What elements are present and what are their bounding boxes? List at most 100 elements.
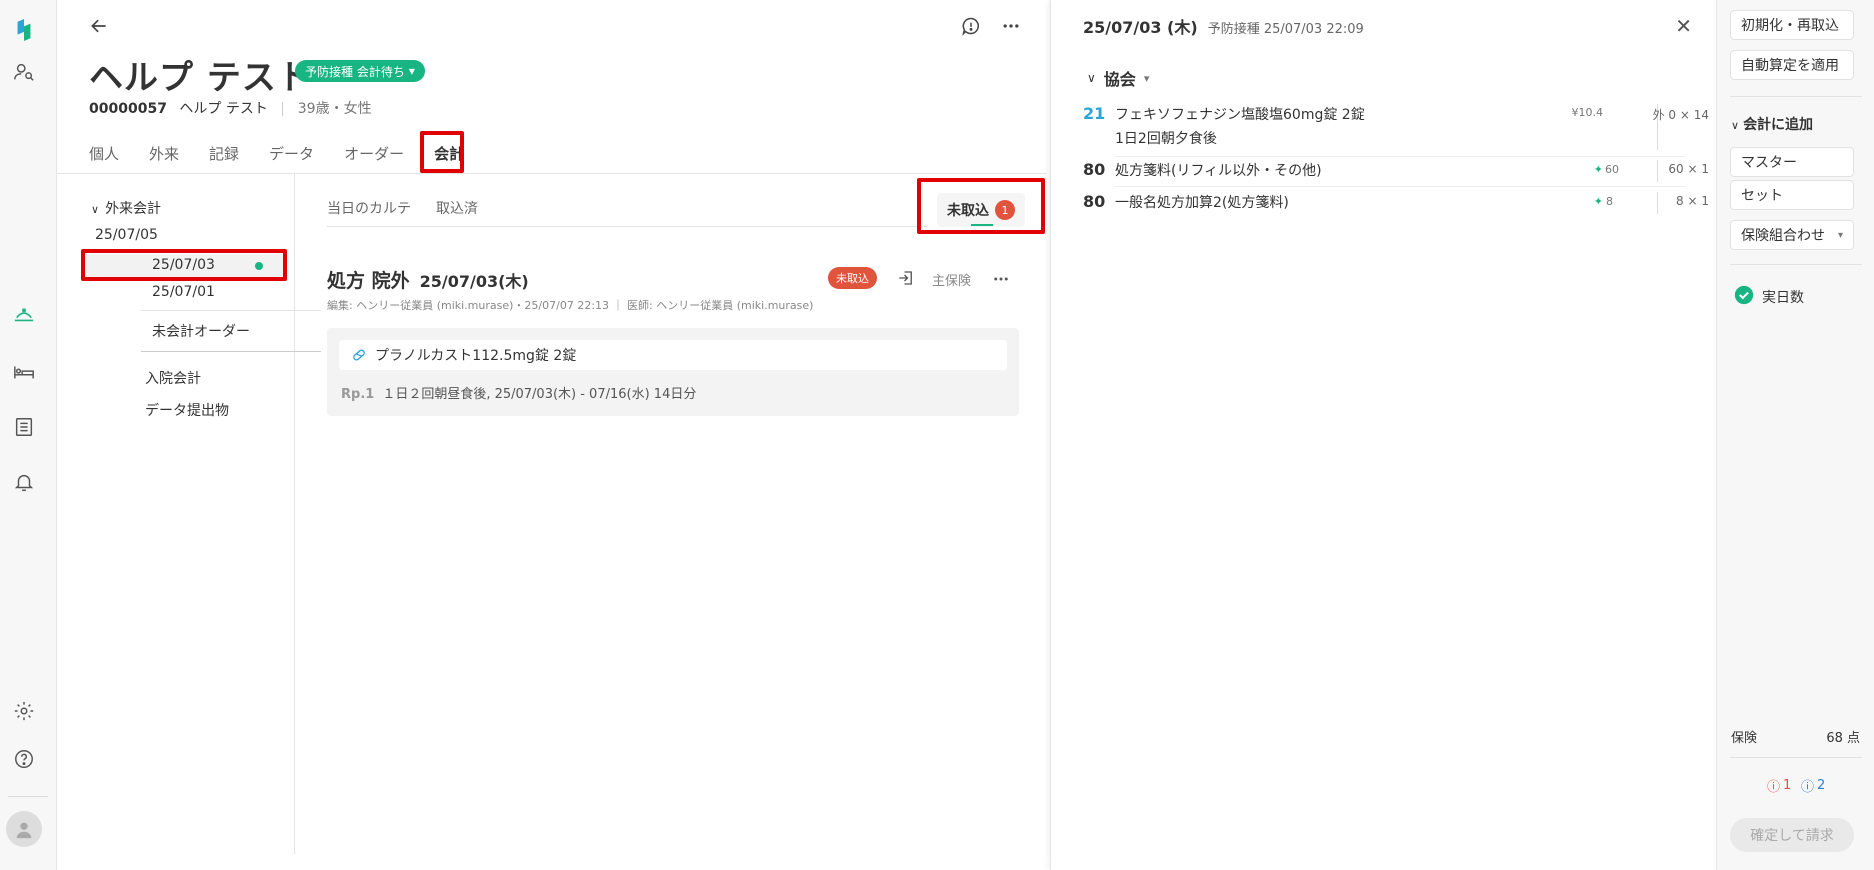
- main-panel: ヘルプ テスト 予防接種 会計待ち ▾ 00000057 ヘルプ テスト 39歳…: [57, 0, 1047, 870]
- prescription-date: 25/07/03(木): [419, 272, 529, 291]
- add-section-label: 会計に追加: [1743, 117, 1814, 133]
- line-item[interactable]: 80 処方箋料(リフィル以外・その他) ✦ 60 60 × 1: [1083, 160, 1709, 184]
- tab-record[interactable]: 記録: [209, 140, 239, 168]
- content-tabs: 当日のカルテ 取込済: [327, 198, 503, 218]
- reset-reimport-button[interactable]: 初期化・再取込: [1730, 10, 1854, 40]
- app-root: ヘルプ テスト 予防接種 会計待ち ▾ 00000057 ヘルプ テスト 39歳…: [0, 0, 1874, 870]
- confirm-and-bill-button[interactable]: 確定して請求: [1730, 818, 1854, 852]
- item-mult: 8 × 1: [1676, 194, 1709, 208]
- actual-days-label: 実日数: [1762, 290, 1804, 306]
- logo-icon[interactable]: [12, 18, 36, 42]
- rp-row: Rp.1 １日２回朝昼食後, 25/07/03(木) - 07/16(水) 14日…: [341, 383, 696, 402]
- detail-date: 25/07/03 (木): [1083, 18, 1198, 37]
- more-icon[interactable]: [1001, 16, 1021, 36]
- date-item-1[interactable]: 25/07/05: [95, 227, 158, 243]
- inpatient-billing[interactable]: 入院会計: [145, 368, 201, 388]
- divider: [1115, 156, 1685, 157]
- caret-down-icon: ▾: [1837, 229, 1843, 241]
- outpatient-billing-section[interactable]: ∨ 外来会計: [91, 198, 161, 218]
- age-gender: 39歳・女性: [297, 101, 372, 117]
- insurance-total-points: 68 点: [1826, 731, 1860, 746]
- insurance-combo-label: 保険組合わせ: [1741, 228, 1825, 244]
- drug-name: プラノルカスト112.5mg錠 2錠: [375, 348, 577, 364]
- item-unit: 60: [1605, 163, 1619, 176]
- insurance-label[interactable]: 主保険: [932, 270, 971, 289]
- unbilled-orders[interactable]: 未会計オーダー: [152, 321, 250, 341]
- drug-row[interactable]: プラノルカスト112.5mg錠 2錠: [339, 340, 1007, 370]
- status-label: 予防接種 会計待ち: [305, 64, 405, 79]
- chevron-down-icon: ∨: [1087, 71, 1096, 85]
- reception-icon[interactable]: [12, 302, 36, 326]
- list-icon[interactable]: [12, 415, 36, 439]
- settings-icon[interactable]: [12, 699, 36, 723]
- nav-divider: [141, 310, 321, 311]
- rx-more-icon[interactable]: [992, 270, 1010, 288]
- bed-icon[interactable]: [12, 360, 36, 384]
- nav-divider-2: [141, 351, 321, 352]
- info-count[interactable]: ⓘ 2: [1801, 776, 1825, 795]
- error-count-value: 1: [1783, 778, 1792, 793]
- avatar[interactable]: [6, 811, 42, 847]
- set-button[interactable]: セット: [1730, 180, 1854, 210]
- highlight-selected-date: [81, 249, 287, 281]
- divider: [1730, 96, 1862, 97]
- error-count[interactable]: ⓘ 1: [1767, 776, 1791, 795]
- item-unit: ¥10.4: [1571, 106, 1604, 119]
- pill-icon: [351, 347, 367, 363]
- status-pill[interactable]: 予防接種 会計待ち ▾: [295, 60, 425, 82]
- patient-search-icon[interactable]: [12, 60, 36, 84]
- billing-detail-panel: 25/07/03 (木) 予防接種 25/07/03 22:09 ✕ ∨ 協会 ▾…: [1050, 0, 1714, 870]
- group-label: 協会: [1103, 70, 1136, 89]
- alert-icon[interactable]: [961, 16, 981, 36]
- separator: [282, 102, 284, 116]
- patient-id: 00000057: [89, 101, 167, 117]
- line-item[interactable]: 21 フェキソフェナジン塩酸塩60mg錠 2錠 1日2回朝夕食後 ¥10.4 外…: [1083, 104, 1709, 152]
- sparkle-icon: ✦: [1593, 195, 1603, 208]
- bell-icon[interactable]: [12, 470, 36, 494]
- insurance-total-label: 保険: [1731, 731, 1758, 746]
- section-label: 外来会計: [105, 201, 162, 217]
- prescription-title: 処方 院外 25/07/03(木): [327, 266, 529, 293]
- tab-order[interactable]: オーダー: [344, 140, 404, 168]
- item-unit: 8: [1606, 195, 1613, 208]
- import-icon[interactable]: [897, 269, 915, 287]
- item-name: 一般名処方加算2(処方箋料): [1115, 195, 1289, 211]
- group-kyokai[interactable]: ∨ 協会 ▾: [1087, 66, 1149, 90]
- chevron-down-icon: ∨: [1731, 119, 1740, 132]
- prescription-meta: 編集: ヘンリー従業員 (miki.murase)・25/07/07 22:13…: [327, 299, 814, 312]
- prescription-type: 処方 院外: [327, 270, 410, 292]
- date-item-3[interactable]: 25/07/01: [152, 284, 215, 300]
- item-points: 80: [1083, 160, 1106, 179]
- error-icon: ⓘ: [1767, 780, 1781, 795]
- add-to-billing-section[interactable]: ∨ 会計に追加: [1731, 114, 1813, 134]
- divider: [1730, 264, 1862, 265]
- side-toolbar: 初期化・再取込 自動算定を適用 ∨ 会計に追加 マスター セット 保険組合わせ ▾…: [1716, 0, 1874, 870]
- tab-data[interactable]: データ: [269, 140, 314, 168]
- left-rail: [0, 0, 57, 870]
- apply-auto-calc-button[interactable]: 自動算定を適用: [1730, 50, 1854, 80]
- separator: [1657, 160, 1658, 182]
- detail-subtitle: 予防接種 25/07/03 22:09: [1207, 22, 1364, 37]
- highlight-billing-tab: [420, 131, 464, 173]
- item-mult: 60 × 1: [1668, 162, 1709, 176]
- tab-outpatient[interactable]: 外来: [149, 140, 179, 168]
- line-item[interactable]: 80 一般名処方加算2(処方箋料) ✦ 8 8 × 1: [1083, 192, 1709, 216]
- insurance-combo-select[interactable]: 保険組合わせ ▾: [1730, 220, 1854, 250]
- uncaptured-chip: 未取込: [828, 267, 877, 289]
- close-icon[interactable]: ✕: [1675, 14, 1692, 38]
- caret-down-icon: ▾: [408, 64, 415, 78]
- tab-captured[interactable]: 取込済: [436, 198, 478, 218]
- sparkle-icon: ✦: [1593, 163, 1603, 176]
- patient-name-small: ヘルプ テスト: [179, 101, 268, 117]
- tab-today-chart[interactable]: 当日のカルテ: [327, 198, 411, 218]
- detail-header: 25/07/03 (木) 予防接種 25/07/03 22:09: [1083, 14, 1364, 38]
- info-icon: ⓘ: [1801, 780, 1815, 795]
- help-icon[interactable]: [12, 747, 36, 771]
- tab-personal[interactable]: 個人: [89, 140, 119, 168]
- data-output[interactable]: データ提出物: [145, 400, 229, 420]
- back-arrow-icon[interactable]: [89, 16, 109, 36]
- item-points: 21: [1083, 104, 1106, 123]
- master-button[interactable]: マスター: [1730, 147, 1854, 177]
- check-circle-icon[interactable]: [1734, 285, 1754, 305]
- item-mult: 外 0 × 14: [1652, 108, 1709, 122]
